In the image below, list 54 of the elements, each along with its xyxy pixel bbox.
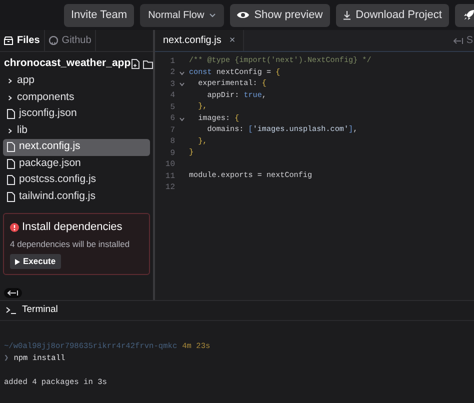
download-icon	[342, 10, 351, 20]
folder-item[interactable]: app	[3, 73, 150, 90]
execute-button[interactable]: Execute	[10, 254, 61, 270]
terminal-icon	[6, 307, 18, 314]
line-number: 11	[164, 170, 176, 183]
chevron-right-icon	[7, 94, 13, 101]
invite-button[interactable]: Invite Team	[64, 4, 134, 26]
file-icon	[7, 109, 15, 120]
rocket-icon	[462, 9, 474, 21]
line-number: 12	[164, 182, 176, 194]
file-icon	[7, 192, 15, 202]
alert-title: Install dependencies	[22, 220, 122, 235]
line-number: 4	[169, 90, 176, 102]
file-item[interactable]: package.json	[3, 156, 150, 172]
file-item[interactable]: jsconfig.json	[3, 106, 150, 122]
terminal-title: Terminal	[22, 303, 58, 318]
fold-icon[interactable]	[179, 116, 185, 122]
box-icon	[4, 36, 13, 45]
github-icon	[48, 36, 58, 45]
line-number: 2	[169, 67, 176, 80]
file-icon	[7, 158, 15, 169]
line-number: 7	[169, 124, 176, 137]
file-icon	[7, 142, 15, 152]
new-folder-icon[interactable]	[142, 60, 153, 68]
collapse-icon[interactable]	[4, 288, 22, 298]
panel-icon[interactable]	[453, 36, 464, 44]
folder-item[interactable]: lib	[3, 122, 150, 139]
file-item[interactable]: tailwind.config.js	[3, 188, 150, 205]
line-number: 10	[164, 159, 176, 172]
sidebar-tab[interactable]: Github	[44, 30, 96, 51]
line-number: 8	[169, 136, 176, 148]
error-icon	[10, 222, 19, 232]
line-number: 3	[169, 78, 176, 91]
project-title: chronocast_weather_app	[4, 56, 131, 72]
caret-icon	[209, 12, 216, 18]
alert-message: 4 dependencies will be installed	[10, 238, 131, 250]
play-icon	[15, 258, 20, 265]
line-number: 6	[169, 113, 176, 126]
sidebar-tab[interactable]: Files	[0, 30, 45, 51]
download-button[interactable]: Download Project	[336, 4, 449, 26]
new-file-icon[interactable]	[130, 59, 140, 69]
flow-dropdown[interactable]: Normal Flow	[140, 4, 224, 26]
file-item[interactable]: postcss.config.js	[3, 172, 150, 188]
line-number: 1	[169, 56, 176, 68]
preview-button[interactable]: Show preview	[230, 4, 330, 26]
line-number: 9	[169, 148, 176, 160]
folder-item[interactable]: components	[3, 90, 150, 106]
close-tab-button[interactable]: ×	[229, 33, 236, 48]
file-icon	[7, 175, 15, 186]
eye-icon	[237, 11, 250, 19]
file-item[interactable]: next.config.js	[3, 139, 150, 156]
chevron-right-icon	[7, 128, 13, 134]
line-number: 5	[169, 102, 176, 114]
chevron-right-icon	[7, 78, 13, 84]
